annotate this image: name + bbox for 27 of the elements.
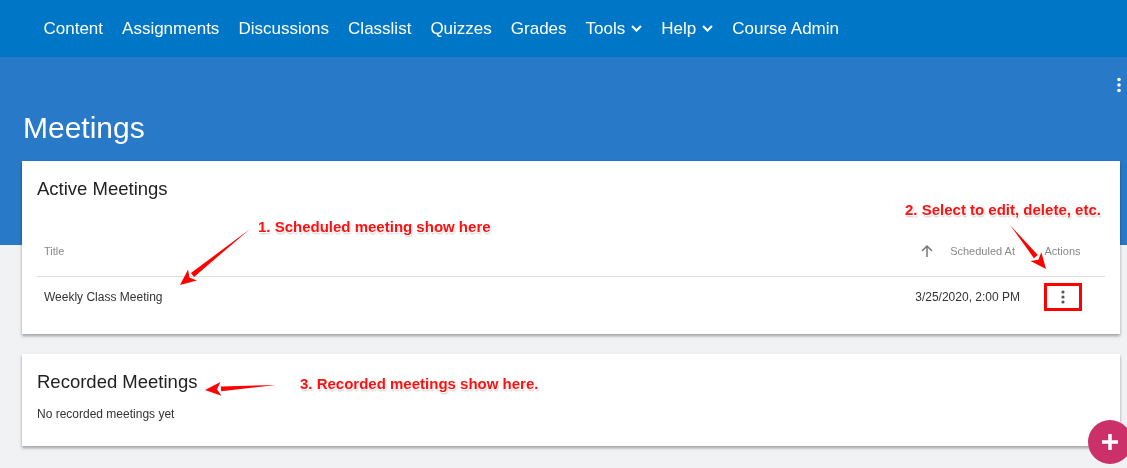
page-title: Meetings: [23, 111, 145, 145]
nav-link[interactable]: Content: [34, 14, 113, 43]
annotation-text: 3. Recorded meetings show here.: [300, 375, 539, 392]
section-title: Active Meetings: [37, 178, 168, 200]
nav-link[interactable]: Classlist: [338, 14, 421, 43]
column-header[interactable]: Title: [44, 245, 65, 257]
annotation-text: 2. Select to edit, delete, etc.: [905, 201, 1101, 218]
more-icon: [1060, 290, 1065, 304]
more-icon[interactable]: [1116, 77, 1122, 93]
nav-link[interactable]: Help: [651, 14, 723, 43]
table-cell-text: Weekly Class Meeting: [43, 290, 164, 304]
nav-link[interactable]: Grades: [501, 14, 577, 43]
nav-link[interactable]: Course Admin: [722, 14, 849, 43]
nav-link[interactable]: Tools: [576, 14, 652, 43]
nav-link[interactable]: Assignments: [112, 14, 229, 43]
arrow-up-icon[interactable]: [920, 244, 935, 258]
empty-message: No recorded meetings yet: [37, 407, 176, 421]
column-header[interactable]: Actions: [1044, 245, 1081, 257]
column-header[interactable]: Scheduled At: [950, 245, 1015, 257]
table-cell-text: 3/25/2020, 2:00 PM: [914, 290, 1020, 304]
nav-link[interactable]: Quizzes: [420, 14, 502, 43]
section-title: Recorded Meetings: [37, 371, 198, 393]
plus-icon: [1101, 433, 1119, 451]
actions-button[interactable]: [1043, 283, 1082, 311]
add-button[interactable]: [1088, 420, 1127, 464]
nav-link[interactable]: Discussions: [228, 14, 339, 43]
annotation-text: 1. Scheduled meeting show here: [258, 218, 491, 235]
